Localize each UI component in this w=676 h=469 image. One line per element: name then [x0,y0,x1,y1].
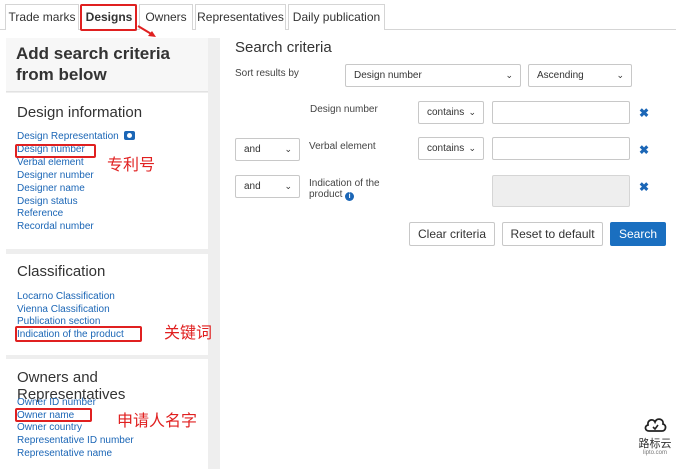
annotation-applicant-name: 申请人名字 [117,413,198,430]
criterion-input[interactable] [492,137,630,160]
remove-criterion-icon[interactable]: ✖ [639,143,649,157]
chevron-down-icon: ⌄ [284,144,292,154]
link-designer-number[interactable]: Designer number [17,170,94,181]
highlight-box [15,144,96,158]
annotation-patent-number: 专利号 [107,157,156,174]
link-verbal-element[interactable]: Verbal element [17,157,84,168]
section-title: Classification [17,263,106,280]
criterion-label: Design number [310,104,378,115]
link-owner-id-number[interactable]: Owner ID number [17,397,96,408]
watermark-subtext: lipto.com [642,450,667,456]
search-criteria-title: Search criteria [235,39,332,56]
chevron-down-icon: ⌄ [468,143,476,153]
link-recordal-number[interactable]: Recordal number [17,221,94,232]
tab-daily-publication[interactable]: Daily publication [288,4,385,30]
sort-order-select[interactable]: Ascending ⌄ [528,64,632,87]
camera-icon [123,131,135,140]
criterion-input[interactable] [492,101,630,124]
link-representative-name[interactable]: Representative name [17,448,112,459]
annotation-keyword: 关键词 [164,325,213,342]
operator-select[interactable]: contains ⌄ [418,137,484,160]
operator-select[interactable]: contains ⌄ [418,101,484,124]
link-locarno-classification[interactable]: Locarno Classification [17,291,115,302]
arrow-annotation [137,25,156,37]
remove-criterion-icon[interactable]: ✖ [639,180,649,194]
tab-representatives[interactable]: Representatives [195,4,286,30]
section-title: Design information [17,104,143,121]
clear-criteria-button[interactable]: Clear criteria [409,222,495,246]
highlight-box [15,326,142,342]
sidebar-header: Add search criteria from below [6,38,208,92]
info-icon[interactable]: i [345,192,355,201]
cloud-icon [644,418,667,432]
remove-criterion-icon[interactable]: ✖ [639,106,649,120]
connector-select[interactable]: and ⌄ [235,175,300,198]
link-vienna-classification[interactable]: Vienna Classification [17,304,110,315]
chevron-down-icon: ⌄ [505,70,513,80]
chevron-down-icon: ⌄ [468,107,476,117]
criterion-label: Indication of the product i [309,178,380,201]
criterion-label: Verbal element [309,141,376,152]
highlight-box [80,4,137,31]
tab-trade-marks[interactable]: Trade marks [5,4,79,30]
search-button[interactable]: Search [610,222,666,246]
chevron-down-icon: ⌄ [284,181,292,191]
link-design-status[interactable]: Design status [17,196,78,207]
sort-label: Sort results by [235,68,299,79]
sidebar-heading: Add search criteria from below [16,44,171,84]
link-reference[interactable]: Reference [17,208,63,219]
watermark-text: 路标云 [638,438,672,450]
reset-to-default-button[interactable]: Reset to default [502,222,603,246]
watermark-logo: 路标云 lipto.com [638,414,672,457]
chevron-down-icon: ⌄ [616,70,624,80]
link-owner-country[interactable]: Owner country [17,422,82,433]
criterion-input-disabled [492,175,630,207]
link-representative-id[interactable]: Representative ID number [17,435,134,446]
link-design-representation[interactable]: Design Representation [17,131,135,142]
connector-select[interactable]: and ⌄ [235,138,300,161]
link-designer-name[interactable]: Designer name [17,183,85,194]
highlight-box [15,408,92,422]
sort-field-select[interactable]: Design number ⌄ [345,64,521,87]
